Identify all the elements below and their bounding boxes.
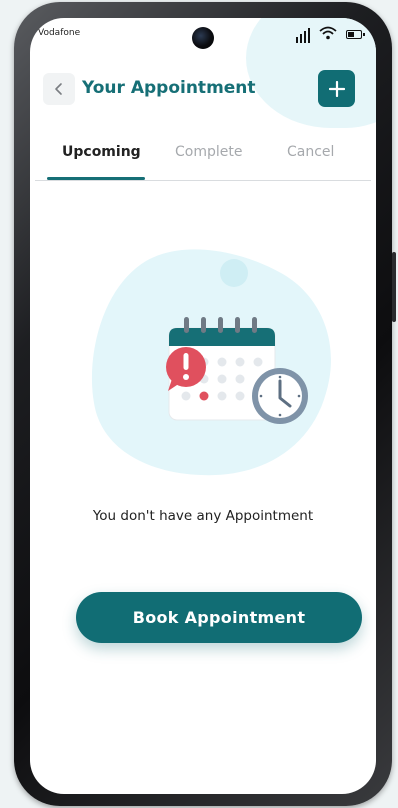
book-appointment-button[interactable]: Book Appointment bbox=[76, 592, 362, 643]
status-bar: Vodafone bbox=[30, 18, 376, 54]
back-button[interactable] bbox=[43, 73, 75, 105]
tab-complete[interactable]: Complete bbox=[175, 144, 242, 160]
calendar-alert-clock-illustration bbox=[76, 243, 336, 503]
page-title: Your Appointment bbox=[82, 78, 256, 98]
empty-state-message: You don't have any Appointment bbox=[92, 508, 314, 524]
tab-upcoming[interactable]: Upcoming bbox=[62, 144, 141, 160]
clock-icon bbox=[252, 368, 308, 424]
carrier-label: Vodafone bbox=[38, 28, 81, 38]
active-tab-indicator bbox=[47, 177, 145, 180]
appointment-tabs: Upcoming Complete Cancel bbox=[35, 138, 371, 181]
front-camera bbox=[192, 27, 214, 49]
signal-icon bbox=[296, 27, 310, 43]
status-icons bbox=[296, 26, 365, 43]
phone-frame: Vodafone Your Appointment Upcoming Compl… bbox=[14, 2, 396, 806]
add-appointment-button[interactable] bbox=[318, 70, 355, 107]
plus-icon bbox=[328, 80, 345, 97]
app-header: Your Appointment bbox=[30, 70, 376, 110]
battery-icon bbox=[346, 30, 365, 39]
wifi-icon bbox=[319, 26, 337, 43]
app-screen: Vodafone Your Appointment Upcoming Compl… bbox=[30, 18, 376, 794]
chevron-left-icon bbox=[55, 83, 62, 95]
tab-cancel[interactable]: Cancel bbox=[287, 144, 334, 160]
